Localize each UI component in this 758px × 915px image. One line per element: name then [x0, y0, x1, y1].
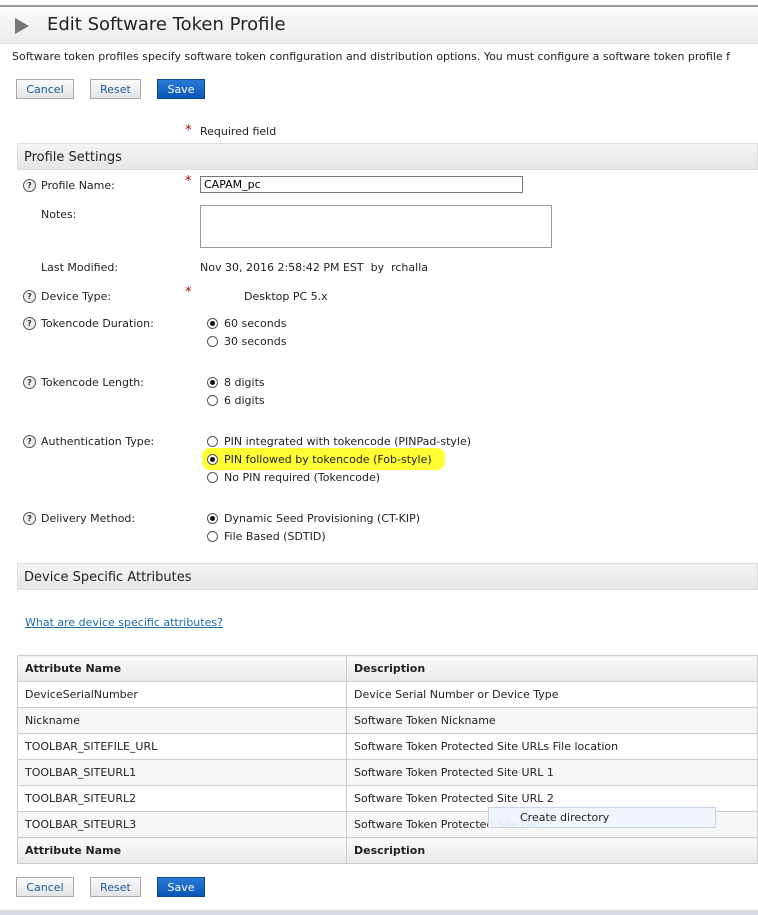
length-6-label: 6 digits — [224, 394, 265, 407]
required-field-label: Required field — [200, 125, 277, 138]
attribute-description: Software Token Nickname — [346, 707, 758, 734]
profile-name-input[interactable] — [200, 176, 523, 193]
auth-pinpad-label: PIN integrated with tokencode (PINPad-st… — [224, 435, 472, 448]
column-header-attribute-name[interactable]: Attribute Name — [17, 655, 347, 682]
auth-nopin-label: No PIN required (Tokencode) — [224, 471, 381, 484]
help-icon[interactable]: ? — [23, 179, 36, 192]
attribute-name: TOOLBAR_SITEFILE_URL — [17, 733, 347, 760]
device-type-value: Desktop PC 5.x — [244, 290, 328, 303]
device-attributes-header: Device Specific Attributes — [17, 563, 758, 590]
table-row: DeviceSerialNumber Device Serial Number o… — [17, 681, 758, 708]
footer-attribute-name: Attribute Name — [17, 837, 347, 864]
attribute-description: Software Token Protected Site URLs File … — [346, 733, 758, 760]
table-row: TOOLBAR_SITEURL1 Software Token Protected… — [17, 759, 758, 786]
reset-button[interactable]: Reset — [90, 79, 141, 99]
length-8-label: 8 digits — [224, 376, 265, 389]
title-bar: Edit Software Token Profile — [0, 5, 758, 44]
tooltip-create-directory[interactable]: Create directory — [488, 807, 716, 828]
auth-pinpad-radio[interactable] — [207, 436, 218, 447]
delivery-sdtid-radio[interactable] — [207, 531, 218, 542]
required-star: * — [185, 285, 192, 300]
required-star: * — [185, 174, 192, 189]
device-attributes-help-link[interactable]: What are device specific attributes? — [25, 616, 223, 629]
length-8-radio[interactable] — [207, 377, 218, 388]
help-icon[interactable]: ? — [23, 317, 36, 330]
duration-60-label: 60 seconds — [224, 317, 287, 330]
table-row: TOOLBAR_SITEFILE_URL Software Token Prote… — [17, 733, 758, 760]
attribute-description: Software Token Protected Site URL 1 — [346, 759, 758, 786]
cancel-button[interactable]: Cancel — [16, 79, 74, 99]
notes-label: Notes: — [41, 208, 77, 221]
column-header-description[interactable]: Description — [346, 655, 758, 682]
duration-30-radio[interactable] — [207, 336, 218, 347]
notes-textarea[interactable] — [200, 205, 552, 248]
expand-triangle-icon[interactable] — [15, 18, 29, 34]
profile-settings-header: Profile Settings — [17, 143, 758, 170]
page-description: Software token profiles specify software… — [12, 50, 731, 63]
attribute-name: Nickname — [17, 707, 347, 734]
table-row: Nickname Software Token Nickname — [17, 707, 758, 734]
length-6-radio[interactable] — [207, 395, 218, 406]
help-icon[interactable]: ? — [23, 435, 36, 448]
attribute-name: TOOLBAR_SITEURL2 — [17, 785, 347, 812]
reset-button-bottom[interactable]: Reset — [90, 877, 141, 897]
attribute-name: TOOLBAR_SITEURL1 — [17, 759, 347, 786]
attribute-name: TOOLBAR_SITEURL3 — [17, 811, 347, 838]
delivery-ctkip-label: Dynamic Seed Provisioning (CT-KIP) — [224, 512, 421, 525]
attributes-table: Attribute Name Description DeviceSerialN… — [17, 655, 758, 864]
help-icon[interactable]: ? — [23, 512, 36, 525]
save-button-bottom[interactable]: Save — [157, 877, 205, 897]
auth-fob-label: PIN followed by tokencode (Fob-style) — [224, 453, 432, 466]
delivery-ctkip-radio[interactable] — [207, 513, 218, 524]
attribute-description: Device Serial Number or Device Type — [346, 681, 758, 708]
last-modified-label: Last Modified: — [41, 261, 119, 274]
tokencode-length-label: Tokencode Length: — [41, 376, 144, 389]
delivery-sdtid-label: File Based (SDTID) — [224, 530, 326, 543]
bottom-border — [0, 910, 758, 915]
profile-name-label: Profile Name: — [41, 179, 115, 192]
auth-nopin-radio[interactable] — [207, 472, 218, 483]
tokencode-duration-label: Tokencode Duration: — [41, 317, 154, 330]
device-type-label: Device Type: — [41, 290, 112, 303]
help-icon[interactable]: ? — [23, 290, 36, 303]
help-icon[interactable]: ? — [23, 376, 36, 389]
page-title: Edit Software Token Profile — [47, 14, 286, 35]
attribute-name: DeviceSerialNumber — [17, 681, 347, 708]
last-modified-value: Nov 30, 2016 2:58:42 PM EST by rchalla — [200, 261, 428, 274]
required-star: * — [185, 123, 192, 138]
duration-60-radio[interactable] — [207, 318, 218, 329]
auth-fob-radio[interactable] — [207, 454, 218, 465]
auth-type-label: Authentication Type: — [41, 435, 155, 448]
save-button[interactable]: Save — [157, 79, 205, 99]
delivery-method-label: Delivery Method: — [41, 512, 136, 525]
footer-description: Description — [346, 837, 758, 864]
cancel-button-bottom[interactable]: Cancel — [16, 877, 74, 897]
duration-30-label: 30 seconds — [224, 335, 287, 348]
